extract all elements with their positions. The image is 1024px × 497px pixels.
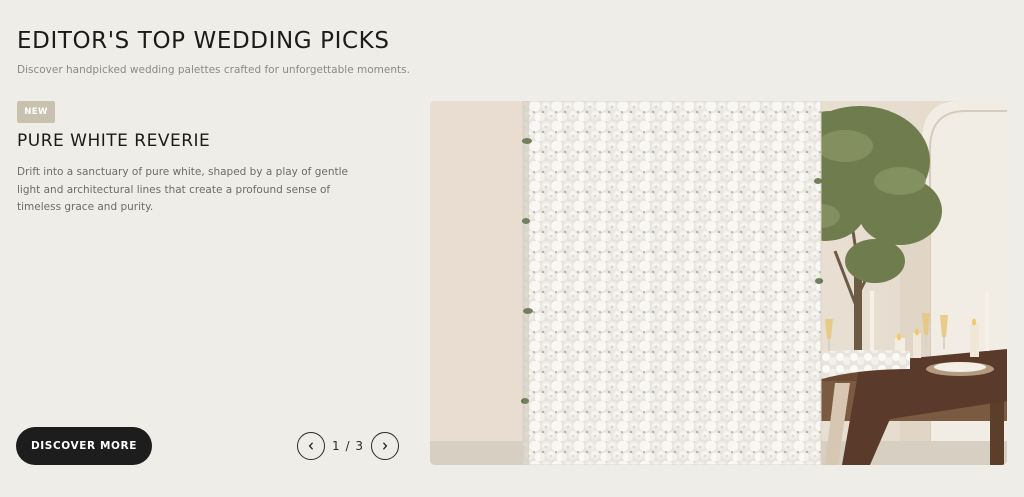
next-slide-button[interactable] (371, 432, 399, 460)
hero-image-white-flower-wall (430, 101, 1007, 465)
section-subtitle: Discover handpicked wedding palettes cra… (17, 64, 410, 76)
previous-slide-button[interactable] (297, 432, 325, 460)
chevron-left-icon (308, 442, 313, 450)
new-badge: NEW (17, 101, 55, 123)
slide-description: Drift into a sanctuary of pure white, sh… (17, 166, 348, 213)
slider-pagination: 1 / 3 (297, 430, 399, 462)
section-title: EDITOR'S TOP WEDDING PICKS (17, 28, 390, 54)
chevron-right-icon (383, 442, 388, 450)
discover-more-button[interactable]: DISCOVER MORE (16, 427, 152, 465)
slide-title: PURE WHITE REVERIE (17, 131, 211, 151)
slide-counter: 1 / 3 (332, 439, 364, 453)
